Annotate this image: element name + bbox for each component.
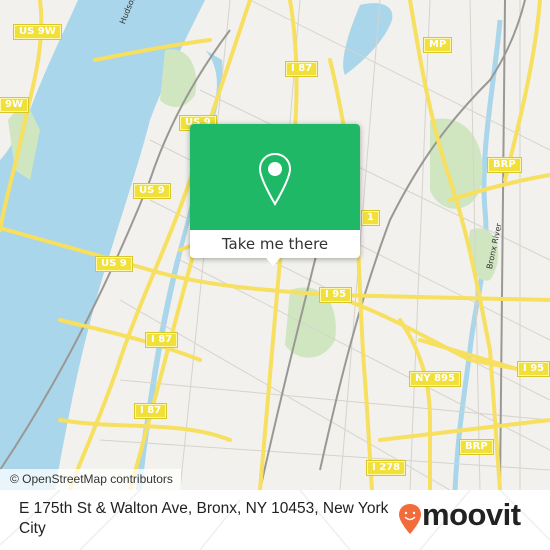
popup-pointer [266, 258, 280, 266]
road-shield-i87: I 87 [133, 403, 168, 419]
road-shield-us9: US 9 [95, 256, 133, 272]
road-shield-9w: 9W [0, 97, 29, 113]
road-shield-i87: I 87 [284, 61, 319, 77]
moovit-logo[interactable]: moovit [398, 497, 538, 539]
popup-header [190, 124, 360, 230]
moovit-pin-icon [399, 504, 421, 534]
location-pin-icon [258, 152, 292, 206]
park [160, 49, 197, 107]
road-shield-brp: BRP [459, 439, 494, 455]
moovit-wordmark: moovit [422, 497, 521, 532]
reservoir [343, 3, 393, 75]
road-shield-us9w: US 9W [13, 24, 62, 40]
road-shield-us9: US 9 [133, 183, 171, 199]
map[interactable]: US 9W 9W US 9 US 9 US 9 I 87 I 87 I 87 M… [0, 0, 550, 490]
map-attribution[interactable]: © OpenStreetMap contributors [0, 469, 181, 490]
road-shield-mp: MP [422, 37, 453, 53]
road-shield-1: 1 [361, 210, 380, 226]
road-shield-i278: I 278 [365, 460, 407, 476]
road-shield-i87: I 87 [144, 332, 179, 348]
road-shield-ny895: NY 895 [409, 371, 461, 387]
take-me-there-button[interactable]: Take me there [190, 230, 360, 258]
road-shield-brp: BRP [487, 157, 522, 173]
location-popup: Take me there [190, 124, 360, 266]
road-shield-i95: I 95 [516, 361, 550, 377]
address-text: E 175th St & Walton Ave, Bronx, NY 10453… [19, 500, 389, 537]
road-shield-i95: I 95 [318, 287, 353, 303]
